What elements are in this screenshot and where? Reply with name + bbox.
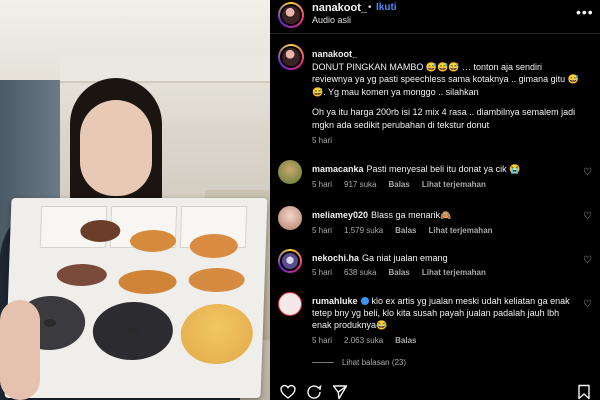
translate-button[interactable]: Lihat terjemahan	[422, 180, 486, 189]
caption-text-1: DONUT PINGKAN MAMBO 😅😅😅 … tonton aja sen…	[312, 61, 579, 97]
view-replies-link[interactable]: Lihat balasan (23)	[312, 358, 406, 367]
comment-avatar[interactable]	[278, 249, 302, 273]
translate-button[interactable]: Lihat terjemahan	[422, 268, 486, 277]
caption-avatar[interactable]	[278, 44, 304, 70]
comment-icon[interactable]	[306, 384, 322, 400]
header-avatar[interactable]	[278, 2, 304, 28]
audio-label[interactable]: Audio asli	[312, 15, 351, 25]
donut-crumble	[188, 268, 246, 292]
comment-meta: 5 hari 638 suka Balas Lihat terjemahan	[312, 268, 486, 277]
verified-badge-icon	[360, 297, 369, 305]
like-icon[interactable]: ♡	[583, 167, 592, 178]
comments-panel: nanakoot_ • Ikuti Audio asli ••• nanakoo…	[270, 0, 600, 400]
reply-button[interactable]: Balas	[395, 226, 416, 235]
donut-charcoal	[91, 302, 174, 360]
instagram-reel-view: nanakoot_ • Ikuti Audio asli ••• nanakoo…	[0, 0, 600, 400]
comment-avatar[interactable]	[278, 160, 302, 184]
reel-video[interactable]	[0, 0, 270, 400]
caption-meta: 5 hari	[312, 136, 344, 145]
ceiling-moulding	[60, 52, 270, 83]
save-icon[interactable]	[576, 384, 592, 400]
comment-meta: 5 hari 917 suka Balas Lihat terjemahan	[312, 180, 486, 189]
more-icon[interactable]: •••	[576, 4, 594, 20]
donut-glazed	[179, 304, 254, 364]
post-header: nanakoot_ • Ikuti Audio asli •••	[270, 0, 600, 32]
person-face	[80, 100, 152, 196]
comment-username[interactable]: mamacanka	[312, 164, 364, 174]
reply-button[interactable]: Balas	[388, 180, 409, 189]
replies-line	[312, 362, 334, 364]
comment-text: meliamey020 Blass ga menarik🙈	[312, 210, 452, 220]
caption-time: 5 hari	[312, 136, 333, 145]
comment-text: nekochi.ha Ga niat jualan emang	[312, 253, 448, 263]
header-username[interactable]: nanakoot_	[312, 2, 367, 14]
comment-avatar[interactable]	[278, 292, 302, 316]
donut-crumble	[129, 230, 177, 252]
comment-username[interactable]: meliamey020	[312, 210, 368, 220]
like-icon[interactable]: ♡	[583, 299, 592, 310]
caption-text-2: Oh ya itu harga 200rb isi 12 mix 4 rasa …	[312, 107, 576, 130]
hand	[0, 300, 40, 400]
caption-username[interactable]: nanakoot_	[312, 49, 357, 59]
header-divider	[270, 33, 600, 34]
comment-avatar[interactable]	[278, 206, 302, 230]
like-icon[interactable]: ♡	[583, 211, 592, 222]
action-bar	[270, 384, 600, 400]
donut-crumble	[189, 234, 239, 258]
like-post-icon[interactable]	[280, 384, 296, 400]
translate-button[interactable]: Lihat terjemahan	[429, 226, 493, 235]
separator-dot: •	[368, 2, 372, 13]
follow-button[interactable]: Ikuti	[376, 2, 397, 13]
comment-username[interactable]: rumahluke	[312, 296, 358, 306]
donut-crumble	[118, 270, 177, 294]
comment-meta: 5 hari 2.063 suka Balas	[312, 336, 417, 345]
comment-text: mamacanka Pasti menyesal beli itu donat y…	[312, 164, 521, 174]
donut-box	[4, 198, 268, 398]
like-icon[interactable]: ♡	[583, 255, 592, 266]
donut-chocolate	[56, 264, 108, 286]
share-icon[interactable]	[332, 384, 348, 400]
reply-button[interactable]: Balas	[395, 336, 416, 345]
comment-meta: 5 hari 1.579 suka Balas Lihat terjemahan	[312, 226, 493, 235]
caption: nanakoot_ DONUT PINGKAN MAMBO 😅😅😅 … tont…	[312, 48, 582, 139]
comment-text: rumahluke klo ex artis yg jualan meski ud…	[312, 296, 570, 330]
comment-username[interactable]: nekochi.ha	[312, 253, 359, 263]
reply-button[interactable]: Balas	[388, 268, 409, 277]
